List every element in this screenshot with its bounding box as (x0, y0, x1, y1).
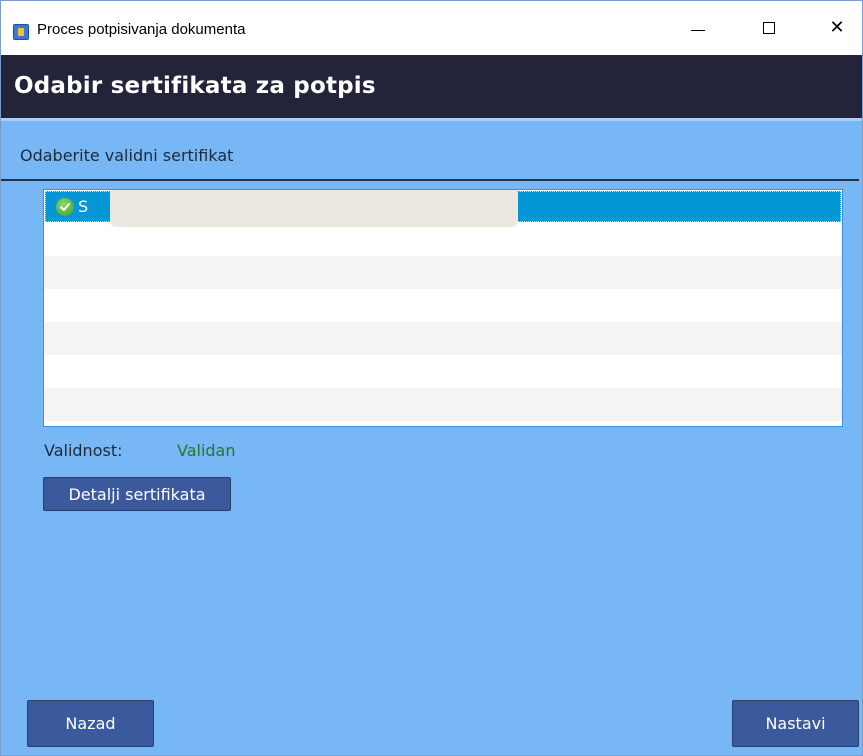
empty-row (44, 355, 842, 388)
certificate-name: S (78, 197, 89, 216)
empty-row (44, 322, 842, 355)
certificate-details-button[interactable]: Detalji sertifikata (43, 477, 231, 511)
close-button[interactable]: ✕ (806, 1, 863, 55)
next-button[interactable]: Nastavi (732, 700, 859, 747)
check-icon (56, 197, 74, 216)
empty-row (44, 256, 842, 289)
validity-value: Validan (177, 441, 236, 460)
certificate-list[interactable]: S (43, 189, 843, 427)
validity-status: Validnost: Validan (44, 441, 236, 460)
back-button[interactable]: Nazad (27, 700, 154, 747)
window-title: Proces potpisivanja dokumenta (37, 21, 246, 38)
title-bar[interactable]: Proces potpisivanja dokumenta ✕ (1, 1, 862, 55)
empty-row (44, 289, 842, 322)
page-header: Odabir sertifikata za potpis (1, 55, 862, 118)
page-title: Odabir sertifikata za potpis (14, 73, 376, 99)
app-icon (13, 24, 29, 40)
empty-row (44, 388, 842, 421)
instruction-label: Odaberite validni sertifikat (20, 146, 234, 165)
divider (1, 179, 859, 181)
validity-label: Validnost: (44, 441, 123, 460)
empty-row (44, 223, 842, 256)
close-icon: ✕ (829, 17, 845, 38)
certificate-row[interactable]: S (45, 190, 841, 227)
redacted-area (110, 190, 518, 227)
main-content: Odaberite validni sertifikat S Validnost… (1, 118, 862, 755)
minimize-button[interactable] (667, 1, 729, 55)
minimize-icon (691, 29, 705, 31)
maximize-button[interactable] (738, 1, 800, 55)
maximize-icon (763, 22, 775, 34)
dialog-window: Proces potpisivanja dokumenta ✕ Odabir s… (0, 0, 863, 756)
